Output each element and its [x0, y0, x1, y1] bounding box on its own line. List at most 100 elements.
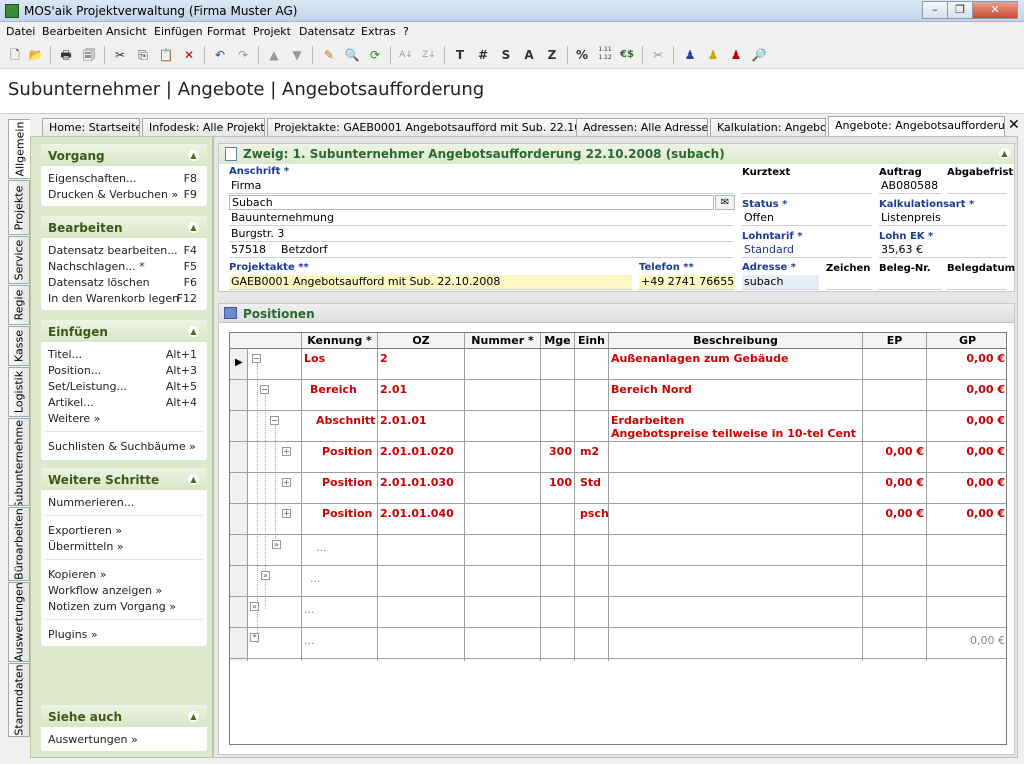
tools-icon[interactable]: ✂: [649, 46, 667, 64]
maximize-button[interactable]: ❐: [947, 1, 973, 19]
group-bearbeiten-header[interactable]: Bearbeiten ▲: [41, 216, 207, 238]
table-row[interactable]: + Position 2.01.01.020 300 m2 0,00 € 0,0…: [230, 442, 1006, 473]
chevron-up-icon[interactable]: ▲: [188, 326, 199, 337]
menu-datei[interactable]: Datei: [6, 25, 35, 38]
collapse-icon[interactable]: −: [260, 385, 269, 394]
close-window-button[interactable]: ✕: [972, 1, 1018, 19]
menu-einfuegen[interactable]: Einfügen: [154, 25, 203, 38]
vtab-regie[interactable]: Regie: [8, 285, 30, 325]
group-siehe-header[interactable]: Siehe auch ▲: [41, 705, 207, 727]
new-position-row[interactable]: » ...: [230, 535, 1006, 566]
currency-button[interactable]: €$: [618, 46, 636, 64]
sidebar-item-suchlisten[interactable]: Suchlisten & Suchbäume »: [48, 440, 196, 453]
new-bereich-row[interactable]: » ...: [230, 597, 1006, 628]
vtab-service[interactable]: Service: [8, 236, 30, 284]
sort-desc-icon[interactable]: Z↓: [420, 46, 438, 64]
menu-projekt[interactable]: Projekt: [253, 25, 291, 38]
sidebar-item-position[interactable]: Position...: [48, 364, 101, 377]
search-icon[interactable]: 🔍: [343, 46, 361, 64]
adresse-field[interactable]: subach: [742, 275, 819, 290]
col-beschreibung[interactable]: Beschreibung: [609, 333, 863, 349]
zeichen-field[interactable]: [826, 275, 872, 290]
address-line-1[interactable]: Firma: [229, 179, 734, 194]
chevron-up-icon[interactable]: ▲: [999, 148, 1010, 159]
copy-icon[interactable]: ⎘: [134, 46, 152, 64]
address-line-2[interactable]: Subach: [229, 195, 714, 210]
chevron-up-icon[interactable]: ▲: [188, 474, 199, 485]
col-mge[interactable]: Mge: [541, 333, 575, 349]
sidebar-item-weitere[interactable]: Weitere »: [48, 412, 100, 425]
new-abschnitt-row[interactable]: » ...: [230, 566, 1006, 597]
table-row[interactable]: + Position 2.01.01.030 100 Std 0,00 € 0,…: [230, 473, 1006, 504]
tab-kalkulation[interactable]: Kalkulation: Angebot: [710, 118, 826, 136]
collapse-icon[interactable]: −: [270, 416, 279, 425]
move-down-icon[interactable]: ▼: [288, 46, 306, 64]
chevron-up-icon[interactable]: ▲: [188, 711, 199, 722]
close-tab-icon[interactable]: ✕: [1008, 117, 1020, 133]
user-lock-icon[interactable]: ♟: [704, 46, 722, 64]
group-weitere-header[interactable]: Weitere Schritte ▲: [41, 468, 207, 490]
group-vorgang-header[interactable]: Vorgang ▲: [41, 144, 207, 166]
vtab-projekte[interactable]: Projekte: [8, 180, 30, 235]
cut-icon[interactable]: ✂: [111, 46, 129, 64]
chevron-up-icon[interactable]: ▲: [188, 222, 199, 233]
lohntarif-field[interactable]: Standard: [742, 243, 872, 258]
new-entry-icon[interactable]: »: [250, 602, 259, 611]
tab-angebote[interactable]: Angebote: Angebotsaufforderung: [828, 116, 1005, 136]
percent-button[interactable]: %: [573, 46, 591, 64]
new-icon[interactable]: 🗋: [6, 46, 24, 64]
sidebar-item-set-leistung[interactable]: Set/Leistung...: [48, 380, 127, 393]
menu-help[interactable]: ?: [403, 25, 409, 38]
z-format-button[interactable]: Z: [543, 46, 561, 64]
col-kennung[interactable]: Kennung *: [302, 333, 378, 349]
chevron-up-icon[interactable]: ▲: [188, 150, 199, 161]
new-entry-icon[interactable]: »: [261, 571, 270, 580]
open-icon[interactable]: 📂: [27, 46, 45, 64]
paste-icon[interactable]: 📋: [157, 46, 175, 64]
beleg-nr-field[interactable]: [879, 275, 942, 290]
sort-asc-icon[interactable]: A↓: [397, 46, 415, 64]
table-row[interactable]: − Bereich 2.01 Bereich Nord 0,00 €: [230, 380, 1006, 411]
vtab-auswertungen[interactable]: Auswertungen: [8, 582, 30, 662]
tab-home[interactable]: Home: Startseite: [42, 118, 140, 136]
plz-field[interactable]: 57518: [229, 243, 277, 258]
table-row[interactable]: − Abschnitt 2.01.01 Erdarbeiten Angebots…: [230, 411, 1006, 442]
col-ep[interactable]: EP: [863, 333, 927, 349]
sidebar-item-auswertungen[interactable]: Auswertungen »: [48, 733, 138, 746]
user-blue-icon[interactable]: ♟: [681, 46, 699, 64]
vtab-allgemein[interactable]: Allgemein: [8, 119, 30, 179]
sidebar-item-plugins[interactable]: Plugins »: [48, 628, 98, 641]
vtab-subunternehmer[interactable]: Subunternehmer: [8, 418, 30, 506]
sidebar-item-notizen[interactable]: Notizen zum Vorgang »: [48, 600, 176, 613]
table-row[interactable]: + Position 2.01.01.040 psch 0,00 € 0,00 …: [230, 504, 1006, 535]
group-einfuegen-header[interactable]: Einfügen ▲: [41, 320, 207, 342]
tab-infodesk[interactable]: Infodesk: Alle Projekte: [142, 118, 265, 136]
table-row[interactable]: − Los 2 Außenanlagen zum Gebäude 0,00 €: [230, 349, 1006, 380]
expand-icon[interactable]: +: [282, 447, 291, 456]
tab-adressen[interactable]: Adressen: Alle Adressen: [576, 118, 708, 136]
tab-projektakte[interactable]: Projektakte: GAEB0001 Angebotsaufford mi…: [267, 118, 578, 136]
sidebar-item-artikel[interactable]: Artikel...: [48, 396, 94, 409]
minimize-button[interactable]: –: [922, 1, 948, 19]
col-nummer[interactable]: Nummer *: [465, 333, 541, 349]
expand-icon[interactable]: +: [282, 509, 291, 518]
a-format-button[interactable]: A: [520, 46, 538, 64]
sidebar-item-nummerieren[interactable]: Nummerieren...: [48, 496, 134, 509]
address-line-3[interactable]: Bauunternehmung: [229, 211, 734, 226]
sidebar-item-titel[interactable]: Titel...: [48, 348, 82, 361]
kalkulationsart-field[interactable]: Listenpreis: [879, 211, 1007, 226]
edit-pencil-icon[interactable]: ✎: [320, 46, 338, 64]
move-up-icon[interactable]: ▲: [265, 46, 283, 64]
menu-bearbeiten[interactable]: Bearbeiten: [42, 25, 102, 38]
menu-extras[interactable]: Extras: [361, 25, 396, 38]
menu-ansicht[interactable]: Ansicht: [106, 25, 147, 38]
sidebar-item-nachschlagen[interactable]: Nachschlagen... *: [48, 260, 145, 273]
new-los-row[interactable]: * ... 0,00 €: [230, 628, 1006, 659]
sidebar-item-eigenschaften[interactable]: Eigenschaften...: [48, 172, 136, 185]
print-preview-icon[interactable]: 🗐: [80, 46, 98, 64]
preview-search-icon[interactable]: 🔎: [750, 46, 768, 64]
s-format-button[interactable]: S: [497, 46, 515, 64]
user-red-icon[interactable]: ♟: [727, 46, 745, 64]
sidebar-item-exportieren[interactable]: Exportieren »: [48, 524, 122, 537]
col-einh[interactable]: Einh: [575, 333, 609, 349]
